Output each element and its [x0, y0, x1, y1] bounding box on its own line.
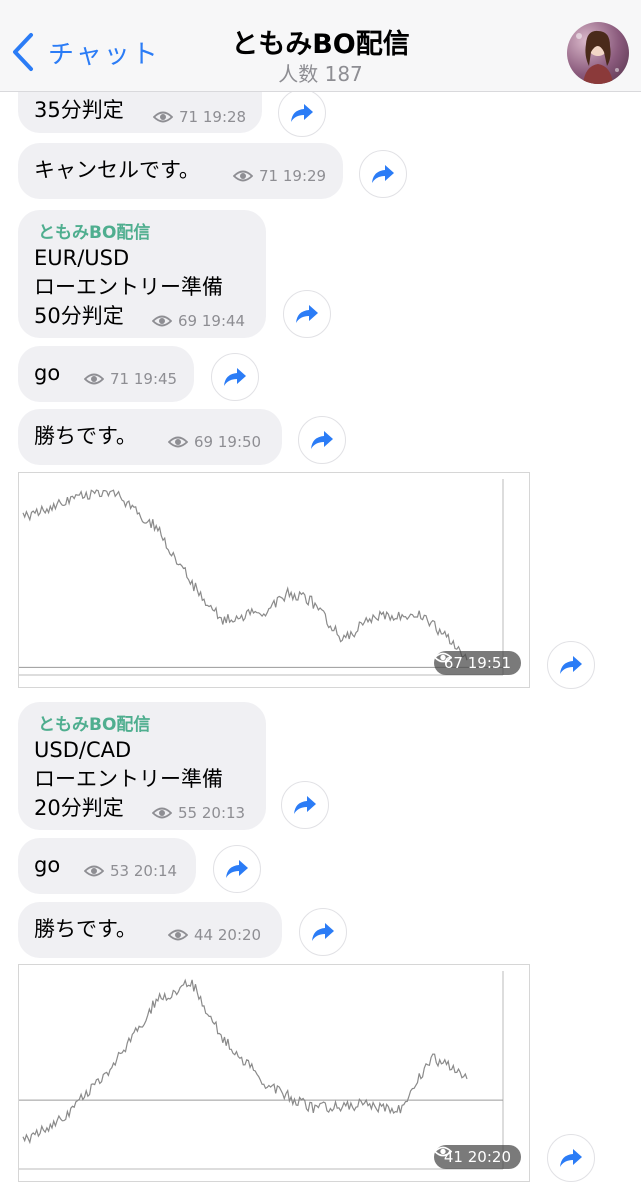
eye-icon [153, 111, 173, 123]
message-bubble: 勝ちです。 44 20:20 [18, 902, 282, 958]
channel-title: ともみBO配信 [231, 29, 410, 60]
share-button[interactable] [547, 1134, 595, 1182]
chat-header: チャット ともみBO配信 人数 187 [0, 0, 641, 92]
share-button[interactable] [213, 845, 261, 893]
share-arrow-icon [311, 431, 333, 449]
message-meta: 55 20:13 [152, 804, 245, 822]
eye-icon [152, 315, 172, 327]
share-button[interactable] [278, 89, 326, 137]
message-time: 19:51 [467, 654, 511, 672]
message-text: 35分判定 [34, 98, 124, 122]
eye-icon [433, 1146, 452, 1157]
eye-icon [84, 865, 104, 877]
share-arrow-icon [294, 796, 316, 814]
share-arrow-icon [312, 923, 334, 941]
message-meta: 71 19:28 [153, 108, 246, 126]
message-bubble: 勝ちです。 69 19:50 [18, 409, 282, 465]
message-time: 19:28 [202, 108, 247, 126]
share-button[interactable] [547, 641, 595, 689]
message-time: 19:44 [201, 312, 246, 330]
eye-icon [168, 436, 188, 448]
message-bubble: ともみBO配信 USD/CAD ローエントリー準備 20分判定 55 20:13 [18, 702, 266, 830]
share-button[interactable] [211, 353, 259, 401]
view-count: 71 [179, 108, 199, 126]
image-meta: 67 19:51 [433, 651, 521, 675]
view-count: 69 [178, 312, 198, 330]
message-time: 19:45 [133, 370, 178, 388]
image-meta: 41 20:20 [433, 1145, 521, 1169]
share-button[interactable] [283, 290, 331, 338]
message-meta: 71 19:45 [84, 370, 177, 388]
share-arrow-icon [560, 1149, 582, 1167]
message-time: 20:13 [201, 804, 246, 822]
message-time: 20:20 [217, 926, 262, 944]
message-bubble: go 71 19:45 [18, 346, 194, 402]
message-meta: 44 20:20 [168, 926, 261, 944]
share-arrow-icon [291, 104, 313, 122]
message-text: go [34, 361, 61, 385]
share-arrow-icon [372, 165, 394, 183]
eye-icon [433, 652, 452, 663]
view-count: 71 [110, 370, 130, 388]
sender-name: ともみBO配信 [38, 715, 151, 735]
message-time: 20:20 [467, 1148, 511, 1166]
message-bubble: ともみBO配信 EUR/USD ローエントリー準備 50分判定 69 19:44 [18, 210, 266, 338]
view-count: 55 [178, 804, 198, 822]
share-button[interactable] [299, 908, 347, 956]
message-time: 20:14 [133, 862, 178, 880]
message-meta: 71 19:29 [233, 167, 326, 185]
message-meta: 53 20:14 [84, 862, 177, 880]
message-text: go [34, 853, 61, 877]
view-count: 44 [194, 926, 214, 944]
eye-icon [152, 807, 172, 819]
message-meta: 69 19:44 [152, 312, 245, 330]
message-time: 19:29 [282, 167, 327, 185]
message-time: 19:50 [217, 433, 262, 451]
member-count: 人数 187 [278, 62, 363, 86]
share-button[interactable] [281, 781, 329, 829]
view-count: 53 [110, 862, 130, 880]
message-text: キャンセルです。 [34, 158, 200, 182]
share-arrow-icon [296, 305, 318, 323]
share-arrow-icon [224, 368, 246, 386]
channel-avatar[interactable] [567, 22, 629, 84]
message-meta: 69 19:50 [168, 433, 261, 451]
share-button[interactable] [298, 416, 346, 464]
chart-image[interactable]: 41 20:20 [18, 964, 530, 1182]
message-text: 勝ちです。 [34, 917, 137, 941]
message-bubble: キャンセルです。 71 19:29 [18, 143, 343, 199]
share-arrow-icon [560, 656, 582, 674]
share-arrow-icon [226, 860, 248, 878]
share-button[interactable] [359, 150, 407, 198]
view-count: 69 [194, 433, 214, 451]
message-text: 勝ちです。 [34, 424, 137, 448]
sender-name: ともみBO配信 [38, 223, 151, 243]
view-count: 71 [259, 167, 279, 185]
eye-icon [233, 170, 253, 182]
message-bubble: go 53 20:14 [18, 838, 196, 894]
eye-icon [168, 929, 188, 941]
chart-image[interactable]: 67 19:51 [18, 472, 530, 688]
eye-icon [84, 373, 104, 385]
